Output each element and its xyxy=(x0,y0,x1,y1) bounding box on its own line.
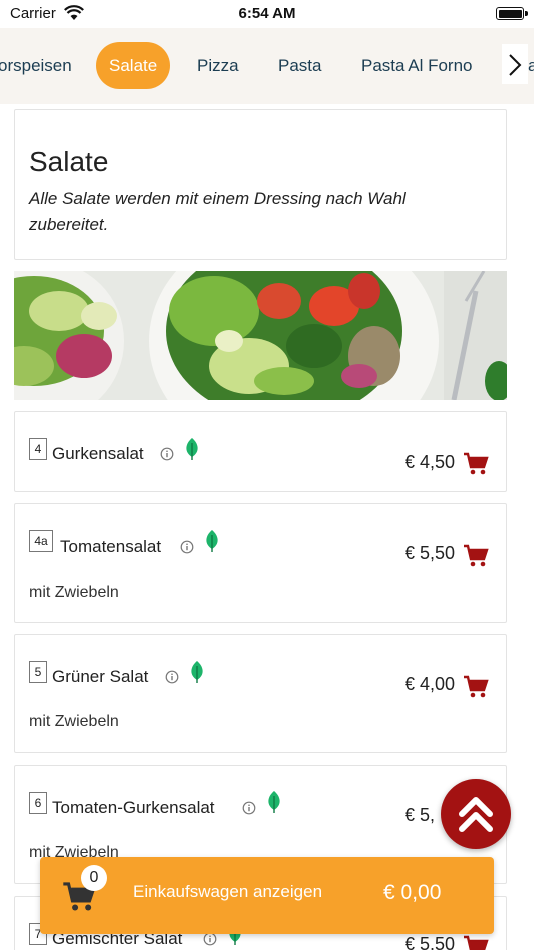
info-icon[interactable] xyxy=(203,932,217,946)
menu-item[interactable]: 4 Gurkensalat € 4,50 xyxy=(14,411,507,492)
scroll-tabs-right-button[interactable] xyxy=(502,44,528,84)
scroll-to-top-button[interactable] xyxy=(441,779,511,849)
item-number: 4 xyxy=(29,438,47,460)
leaf-icon xyxy=(186,438,198,460)
tab-next-partial[interactable]: a xyxy=(528,42,534,89)
salad-banner-image xyxy=(14,271,507,400)
status-bar: Carrier 6:54 AM xyxy=(0,0,534,28)
item-price: € 4,50 xyxy=(405,452,456,472)
battery-icon xyxy=(496,7,528,20)
leaf-icon xyxy=(206,530,218,552)
item-name: Tomaten-Gurkensalat xyxy=(52,798,215,817)
menu-item[interactable]: 4a Tomatensalat € 5,50 mit Zwiebeln xyxy=(14,503,507,623)
double-chevron-up-icon xyxy=(459,797,493,832)
section-header-card: Salate Alle Salate werden mit einem Dres… xyxy=(14,109,507,260)
tab-pasta-al-forno[interactable]: Pasta Al Forno xyxy=(361,42,473,89)
leaf-icon xyxy=(268,791,280,813)
info-icon[interactable] xyxy=(160,447,174,461)
tab-pasta[interactable]: Pasta xyxy=(278,42,321,89)
tab-salate[interactable]: Salate xyxy=(96,42,171,89)
item-description: mit Zwiebeln xyxy=(29,713,119,730)
add-to-cart-icon[interactable] xyxy=(463,935,489,950)
info-icon[interactable] xyxy=(165,670,179,684)
info-icon[interactable] xyxy=(242,801,256,815)
item-price: € 4,00 xyxy=(405,674,456,694)
add-to-cart-icon[interactable] xyxy=(463,675,489,699)
item-price: € 5, xyxy=(405,805,436,825)
item-number: 4a xyxy=(29,530,53,552)
info-icon[interactable] xyxy=(180,540,194,554)
leaf-icon xyxy=(191,661,203,683)
category-nav: orspeisen Salate Pizza Pasta Pasta Al Fo… xyxy=(0,28,534,104)
item-description: mit Zwiebeln xyxy=(29,584,119,601)
item-name: Grüner Salat xyxy=(52,667,149,686)
section-title: Salate xyxy=(29,146,109,177)
item-number: 6 xyxy=(29,792,47,814)
menu-item[interactable]: 5 Grüner Salat € 4,00 mit Zwiebeln xyxy=(14,634,507,753)
cart-total: € 0,00 xyxy=(383,881,442,904)
cart-label: Einkaufswagen anzeigen xyxy=(133,882,323,901)
item-price: € 5,50 xyxy=(405,543,456,563)
add-to-cart-icon[interactable] xyxy=(463,452,489,476)
cart-count-badge: 0 xyxy=(81,865,107,891)
tab-vorspeisen[interactable]: orspeisen xyxy=(0,42,72,89)
item-number: 5 xyxy=(29,661,47,683)
tab-pizza[interactable]: Pizza xyxy=(197,42,239,89)
add-to-cart-icon[interactable] xyxy=(463,544,489,568)
section-description: Alle Salate werden mit einem Dressing na… xyxy=(29,189,406,234)
chevron-right-icon xyxy=(509,54,522,76)
item-name: Gurkensalat xyxy=(52,444,144,463)
view-cart-button[interactable]: 0 Einkaufswagen anzeigen € 0,00 xyxy=(40,857,494,934)
item-price: € 5,50 xyxy=(405,934,456,950)
item-name: Tomatensalat xyxy=(60,537,162,556)
clock: 6:54 AM xyxy=(238,5,296,22)
